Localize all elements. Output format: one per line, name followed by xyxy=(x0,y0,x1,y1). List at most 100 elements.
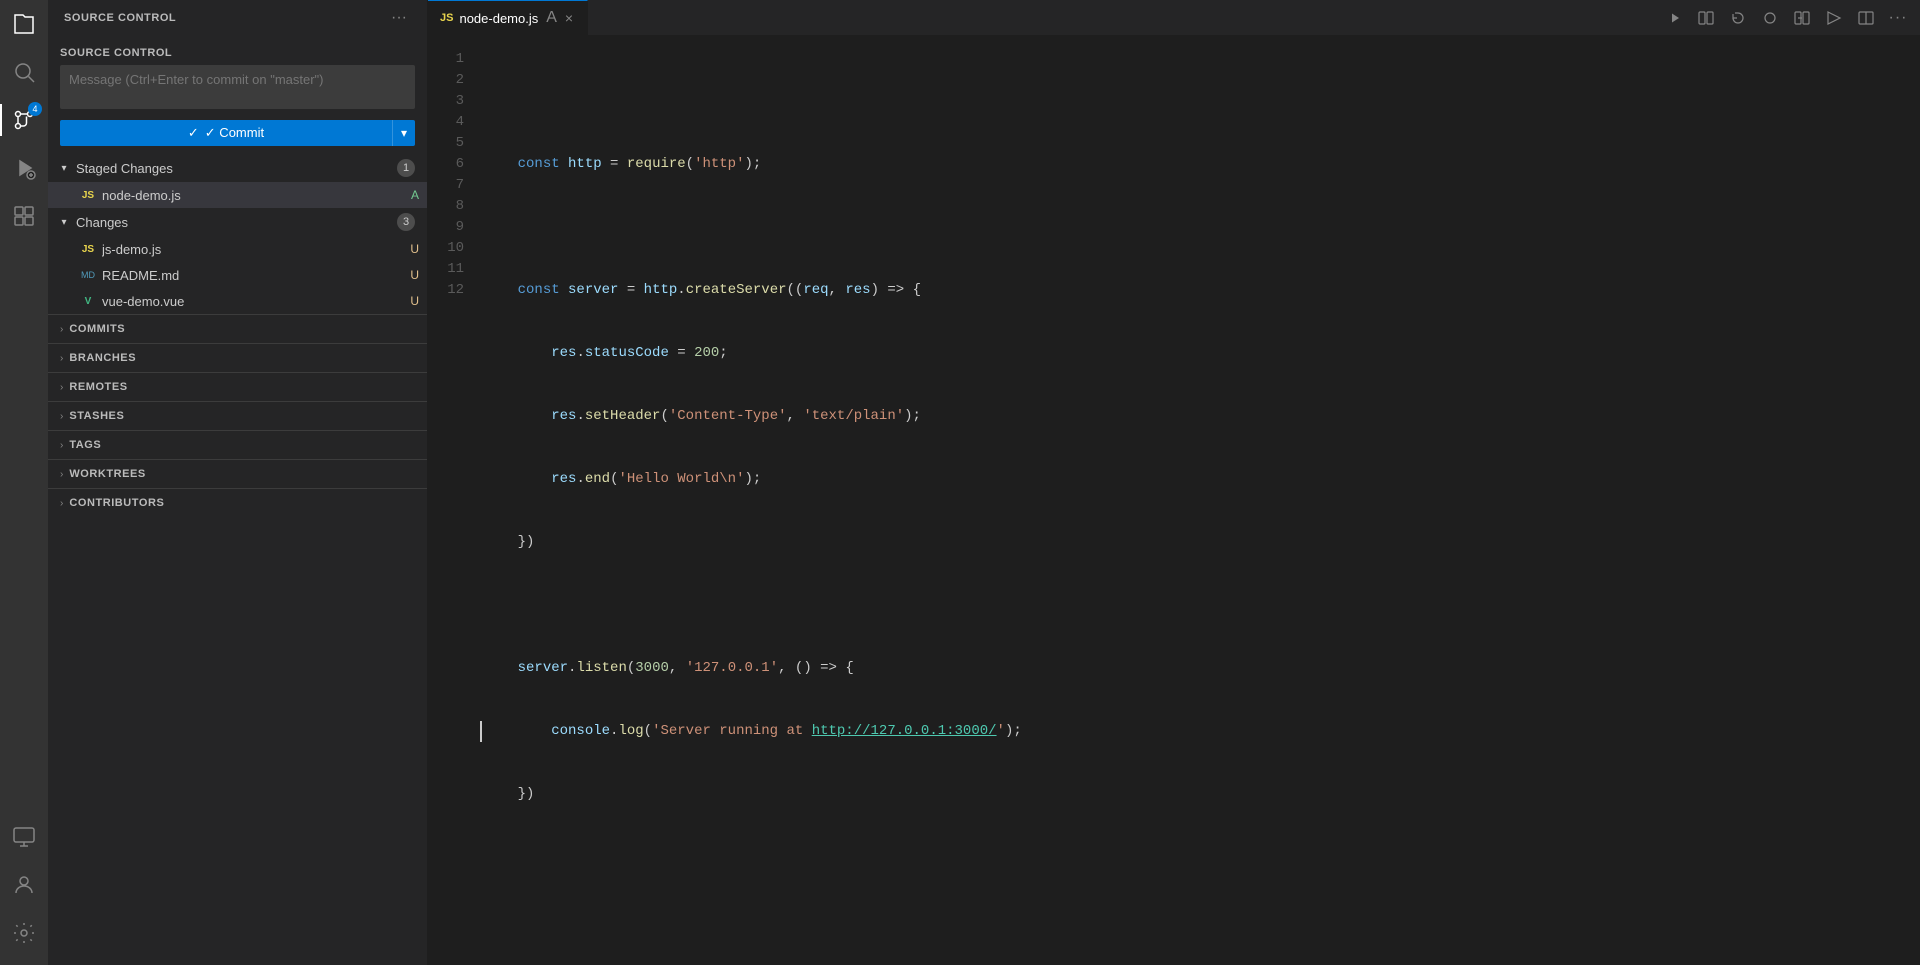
sidebar-header-actions: ··· xyxy=(387,7,411,29)
tab-bar-right: ··· xyxy=(1660,4,1920,32)
line-numbers: 1 2 3 4 5 6 7 8 9 10 11 12 xyxy=(428,35,480,965)
explorer-icon[interactable] xyxy=(0,0,48,48)
branches-section-header[interactable]: › BRANCHES xyxy=(48,344,427,372)
change-file-js-demo[interactable]: JS js-demo.js U xyxy=(48,236,427,262)
commit-dropdown-button[interactable]: ▾ xyxy=(392,120,415,146)
change-file-name-vue-demo: vue-demo.vue xyxy=(102,294,406,309)
commits-section: › COMMITS xyxy=(48,314,427,343)
open-diff-icon[interactable] xyxy=(1788,4,1816,32)
js-file-icon: JS xyxy=(80,187,96,203)
code-line-10: server.listen(3000, '127.0.0.1', () => { xyxy=(480,658,1920,679)
split-editor-toolbar-icon[interactable] xyxy=(1692,4,1720,32)
code-line-9 xyxy=(480,595,1920,616)
changes-chevron: ▾ xyxy=(56,217,72,228)
stashes-section-header[interactable]: › STASHES xyxy=(48,402,427,430)
commits-label: COMMITS xyxy=(69,323,125,335)
sc-panel: SOURCE CONTROL ✓ ✓ Commit ▾ xyxy=(48,35,427,154)
remotes-label: REMOTES xyxy=(69,381,127,393)
staged-changes-label: Staged Changes xyxy=(76,161,397,176)
tags-section: › TAGS xyxy=(48,430,427,459)
worktrees-expand-icon: › xyxy=(60,469,63,480)
remotes-section: › REMOTES xyxy=(48,372,427,401)
tab-bar: JS node-demo.js A × xyxy=(428,0,1920,35)
code-line-11: console.log('Server running at http://12… xyxy=(480,721,1920,742)
code-line-12: }) xyxy=(480,784,1920,805)
tags-expand-icon: › xyxy=(60,440,63,451)
contributors-section-header[interactable]: › CONTRIBUTORS xyxy=(48,489,427,517)
change-file-status-readme: U xyxy=(410,268,419,282)
worktrees-section: › WORKTREES xyxy=(48,459,427,488)
code-editor[interactable]: const http = require('http'); const serv… xyxy=(480,35,1920,965)
remote-explorer-icon[interactable] xyxy=(0,813,48,861)
account-icon[interactable] xyxy=(0,861,48,909)
commits-expand-icon: › xyxy=(60,324,63,335)
worktrees-section-header[interactable]: › WORKTREES xyxy=(48,460,427,488)
tags-section-header[interactable]: › TAGS xyxy=(48,431,427,459)
sidebar-title: SOURCE CONTROL xyxy=(64,12,176,24)
staged-file-status: A xyxy=(411,188,419,202)
code-line-2: const http = require('http'); xyxy=(480,154,1920,175)
code-line-6: res.setHeader('Content-Type', 'text/plai… xyxy=(480,406,1920,427)
staged-changes-chevron: ▾ xyxy=(56,163,72,174)
code-line-3 xyxy=(480,217,1920,238)
change-file-name-readme: README.md xyxy=(102,268,406,283)
sidebar: SOURCE CONTROL ··· SOURCE CONTROL ✓ ✓ Co… xyxy=(48,0,428,965)
revert-file-icon[interactable] xyxy=(1724,4,1752,32)
staged-changes-section: ▾ Staged Changes 1 JS node-demo.js — ⬜ A xyxy=(48,154,427,208)
open-in-editor-icon[interactable] xyxy=(1820,4,1848,32)
more-actions-button[interactable]: ··· xyxy=(387,7,411,29)
stashes-expand-icon: › xyxy=(60,411,63,422)
remotes-expand-icon: › xyxy=(60,382,63,393)
change-file-status-vue-demo: U xyxy=(410,294,419,308)
activity-bar: 4 xyxy=(0,0,48,965)
bottom-panels: › COMMITS › BRANCHES › REMOTES › STASHES xyxy=(48,314,427,965)
commit-message-input[interactable] xyxy=(60,65,415,109)
tab-close-button[interactable]: × xyxy=(563,11,575,25)
change-file-readme[interactable]: MD README.md U xyxy=(48,262,427,288)
changes-header[interactable]: ▾ Changes 3 xyxy=(48,208,427,236)
commit-checkmark-icon: ✓ xyxy=(188,125,199,141)
stashes-section: › STASHES xyxy=(48,401,427,430)
change-file-name-js-demo: js-demo.js xyxy=(102,242,406,257)
changes-badge: 3 xyxy=(397,213,415,231)
tab-modified-indicator: A xyxy=(546,10,557,26)
staged-changes-header[interactable]: ▾ Staged Changes 1 xyxy=(48,154,427,182)
split-right-icon[interactable] xyxy=(1852,4,1880,32)
js-file-icon-2: JS xyxy=(80,241,96,257)
commit-button-row: ✓ ✓ Commit ▾ xyxy=(60,120,415,146)
branches-expand-icon: › xyxy=(60,353,63,364)
editor-content: 1 2 3 4 5 6 7 8 9 10 11 12 const http = … xyxy=(428,35,1920,965)
sidebar-header: SOURCE CONTROL ··· xyxy=(48,0,427,35)
stashes-label: STASHES xyxy=(69,410,124,422)
commit-button-label: ✓ Commit xyxy=(205,125,264,141)
remotes-section-header[interactable]: › REMOTES xyxy=(48,373,427,401)
branches-section: › BRANCHES xyxy=(48,343,427,372)
run-debug-toolbar-icon[interactable] xyxy=(1660,4,1688,32)
stage-changes-icon[interactable] xyxy=(1756,4,1784,32)
changes-section: ▾ Changes 3 JS js-demo.js U MD README.md… xyxy=(48,208,427,314)
settings-icon[interactable] xyxy=(0,909,48,957)
md-file-icon: MD xyxy=(80,267,96,283)
extensions-icon[interactable] xyxy=(0,192,48,240)
change-file-vue-demo[interactable]: V vue-demo.vue U xyxy=(48,288,427,314)
search-icon[interactable] xyxy=(0,48,48,96)
change-file-status-js-demo: U xyxy=(410,242,419,256)
source-control-icon[interactable]: 4 xyxy=(0,96,48,144)
source-control-badge: 4 xyxy=(28,102,42,116)
code-line-4: const server = http.createServer((req, r… xyxy=(480,280,1920,301)
vue-file-icon: V xyxy=(80,293,96,309)
branches-label: BRANCHES xyxy=(69,352,136,364)
tab-js-icon: JS xyxy=(440,12,453,24)
changes-label: Changes xyxy=(76,215,397,230)
node-demo-tab[interactable]: JS node-demo.js A × xyxy=(428,0,588,35)
code-line-5: res.statusCode = 200; xyxy=(480,343,1920,364)
commits-section-header[interactable]: › COMMITS xyxy=(48,315,427,343)
worktrees-label: WORKTREES xyxy=(69,468,145,480)
commit-button[interactable]: ✓ ✓ Commit xyxy=(60,120,392,146)
tab-label: node-demo.js xyxy=(459,11,538,26)
staged-changes-badge: 1 xyxy=(397,159,415,177)
tags-label: TAGS xyxy=(69,439,101,451)
more-actions-toolbar-icon[interactable]: ··· xyxy=(1884,4,1912,32)
run-and-debug-icon[interactable] xyxy=(0,144,48,192)
staged-file-node-demo[interactable]: JS node-demo.js — ⬜ A xyxy=(48,182,427,208)
